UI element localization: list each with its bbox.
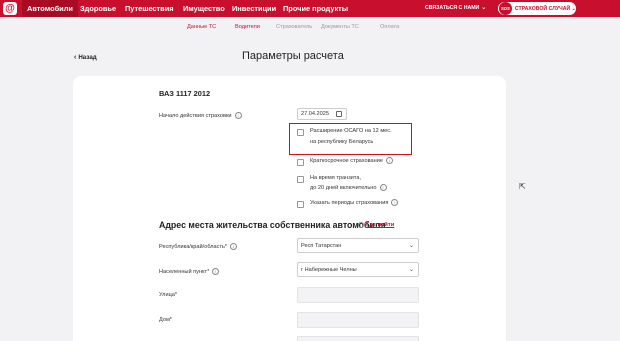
where-to-find-link[interactable]: Где найти (366, 222, 394, 228)
alfa-logo-icon[interactable]: @ (3, 2, 17, 15)
transit-option-line1: На время транзита, (310, 175, 362, 181)
chevron-down-icon: ⌄ (408, 267, 414, 273)
belarus-checkbox[interactable] (297, 129, 304, 136)
house-input[interactable] (297, 312, 419, 328)
region-value: Респ Татарстан (301, 242, 342, 249)
periods-checkbox[interactable] (297, 201, 304, 208)
mouse-cursor-icon: ⇱ (519, 182, 526, 191)
info-icon (358, 222, 364, 228)
page-title: Параметры расчета (242, 50, 344, 62)
info-icon[interactable]: i (391, 199, 399, 207)
short-term-option: Краткосрочное страхование i (310, 157, 393, 167)
start-date-value: 27.04.2025 (301, 111, 329, 117)
chevron-down-icon: ⌄ (481, 5, 487, 11)
info-icon[interactable]: i (379, 184, 387, 192)
step-drivers[interactable]: Водители (235, 24, 260, 30)
transit-option-line2: до 20 дней включительно i (310, 184, 387, 194)
belarus-option-line2: на республику Беларусь (310, 139, 374, 145)
back-link[interactable]: ‹ Назад (74, 54, 97, 61)
insurance-case-label: СТРАХОВОЙ СЛУЧАЙ ⌄ (514, 5, 576, 12)
step-policyholder[interactable]: Страхователь (276, 24, 312, 30)
periods-option: Указать периоды страхования i (310, 199, 399, 209)
nav-item-investments[interactable]: Инвестиции (232, 0, 276, 17)
info-icon[interactable]: i (386, 157, 393, 165)
form-card (73, 76, 506, 341)
city-select[interactable]: г Набережные Челны ⌄ (297, 262, 419, 277)
step-vehicle-documents[interactable]: Документы ТС (321, 24, 359, 30)
street-label: Улица* (159, 292, 178, 298)
back-label: Назад (78, 54, 97, 61)
nav-item-cars[interactable]: Автомобили (22, 0, 78, 17)
info-icon[interactable]: i (234, 112, 242, 119)
transit-checkbox[interactable] (297, 176, 304, 183)
calendar-icon[interactable] (336, 111, 342, 117)
street-input[interactable] (297, 287, 419, 303)
info-icon[interactable]: i (212, 268, 220, 275)
step-payment[interactable]: Оплата (380, 24, 399, 30)
insurance-case-button[interactable]: SOS СТРАХОВОЙ СЛУЧАЙ ⌄ (497, 1, 577, 16)
logo-glyph: @ (5, 2, 15, 14)
region-label: Республика/край/область* i (159, 243, 238, 250)
short-term-checkbox[interactable] (297, 159, 304, 166)
start-date-field[interactable]: 27.04.2025 (297, 108, 347, 120)
nav-item-property[interactable]: Имущество (183, 0, 225, 17)
apartment-input[interactable] (297, 336, 419, 341)
city-value: г Набережные Челны (301, 266, 357, 273)
sos-badge: SOS (499, 2, 512, 15)
contact-us-button[interactable]: СВЯЗАТЬСЯ С НАМИ ⌄ (425, 0, 486, 17)
nav-item-travel[interactable]: Путешествия (125, 0, 174, 17)
belarus-option-line1: Расширение ОСАГО на 12 мес. (310, 128, 392, 134)
step-vehicle-data[interactable]: Данные ТС (187, 24, 216, 30)
region-select[interactable]: Респ Татарстан ⌄ (297, 238, 419, 253)
nav-item-other-products[interactable]: Прочие продукты (283, 0, 348, 17)
address-section-title: Адрес места жительства собственника авто… (159, 220, 386, 230)
back-arrow-icon: ‹ (74, 54, 77, 61)
car-title: ВАЗ 1117 2012 (159, 89, 211, 98)
city-label: Населенный пункт* i (159, 268, 220, 275)
contact-us-label: СВЯЗАТЬСЯ С НАМИ (425, 5, 480, 11)
chevron-down-icon: ⌄ (408, 243, 414, 249)
nav-item-health[interactable]: Здоровье (80, 0, 116, 17)
top-nav: @ Автомобили Здоровье Путешествия Имущес… (0, 0, 620, 17)
info-icon[interactable]: i (230, 243, 238, 250)
house-label: Дом* (159, 317, 172, 323)
start-date-label: Начало действия страховки i (159, 112, 242, 119)
